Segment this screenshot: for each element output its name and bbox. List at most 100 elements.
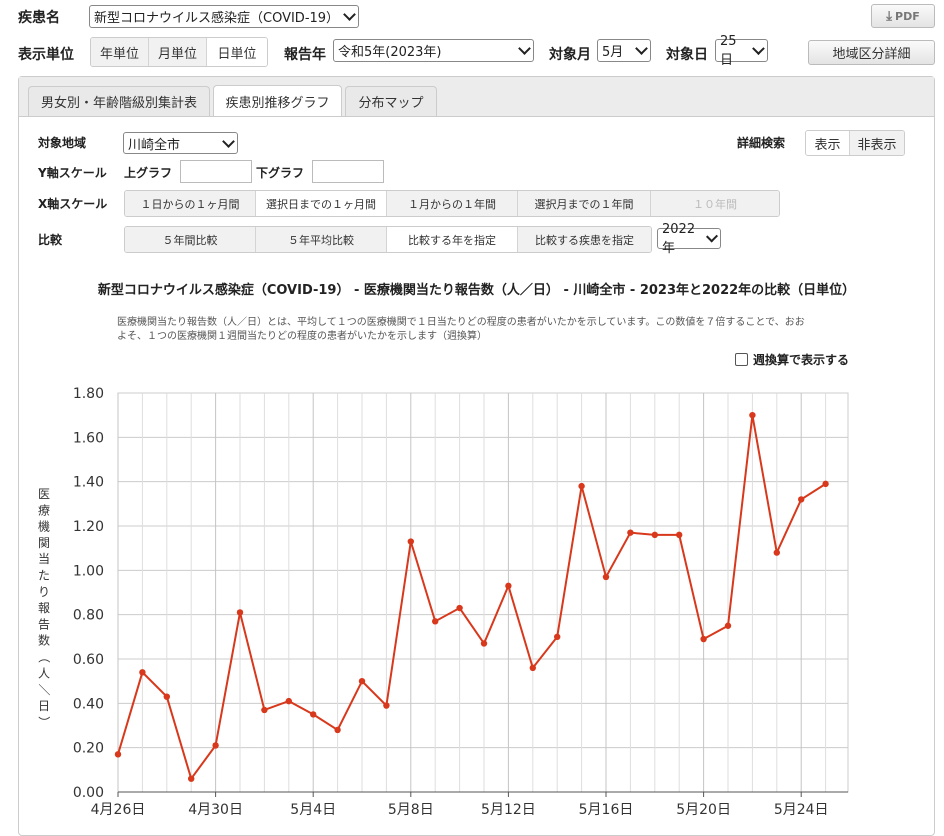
y-tick-label: 0.40 (73, 696, 104, 712)
pdf-label: PDF (895, 9, 920, 23)
year-select[interactable]: 令和5年(2023年) (333, 39, 534, 62)
data-point (383, 702, 390, 709)
data-point (578, 482, 585, 490)
data-point (798, 496, 805, 503)
month-label: 対象月 (549, 47, 591, 63)
weekly-checkbox[interactable]: 週換算で表示する (735, 351, 849, 368)
year-select-value: 令和5年(2023年) (338, 45, 442, 60)
data-point (407, 538, 414, 545)
y-tick-label: 0.80 (73, 608, 104, 624)
year-label: 報告年 (284, 47, 326, 63)
data-point (773, 549, 780, 556)
tab-gender-age-table[interactable]: 男女別・年齢階級別集計表 (28, 86, 210, 116)
y-axis-label-char: 医 (38, 487, 50, 501)
compare-5-years[interactable]: ５年間比較 (125, 227, 256, 252)
xscale-year-to-selected[interactable]: 選択月までの１年間 (518, 191, 651, 216)
y-axis-label-char: 機 (38, 519, 50, 534)
y-axis-label-char: 報 (38, 601, 50, 615)
chart-note-line-2: よそ、１つの医療機関１週間当たりどの程度の患者がいたかを示します（週換算） (117, 331, 487, 342)
unit-day-button[interactable]: 日単位 (207, 38, 267, 66)
compare-year-select[interactable]: 2022年 (657, 222, 721, 256)
y-tick-label: 0.00 (73, 785, 104, 801)
chevron-down-icon (705, 230, 719, 243)
data-point (822, 480, 829, 488)
tab-disease-trend-graph[interactable]: 疾患別推移グラフ (213, 85, 342, 116)
x-tick-label: 5月4日 (290, 802, 336, 818)
chevron-down-icon (222, 134, 235, 148)
data-point (261, 706, 268, 714)
y-axis-label-char: ／ (37, 684, 51, 696)
x-tick-label: 5月20日 (676, 802, 731, 818)
pdf-button[interactable]: ⤓ PDF (871, 4, 935, 28)
data-point (529, 664, 536, 672)
day-select[interactable]: 25日 (715, 34, 768, 68)
xscale-label: X軸スケール (38, 197, 108, 211)
month-select[interactable]: 5月 (597, 39, 651, 62)
upper-graph-input[interactable] (180, 160, 252, 183)
xscale-month-from-1st[interactable]: １日からの１ヶ月間 (125, 191, 256, 216)
chart-title: 新型コロナウイルス感染症（COVID-19） - 医療機関当たり報告数（人／日）… (97, 283, 856, 298)
region-detail-button[interactable]: 地域区分詳細 (808, 40, 935, 65)
compare-specify-disease[interactable]: 比較する疾患を指定 (518, 227, 651, 252)
chevron-down-icon (752, 42, 765, 55)
chevron-down-icon (518, 42, 531, 55)
lower-graph-input[interactable] (312, 160, 384, 183)
data-point (627, 529, 634, 536)
tab-distribution-map[interactable]: 分布マップ (345, 86, 437, 116)
data-point (602, 573, 610, 581)
weekly-checkbox-label: 週換算で表示する (753, 353, 850, 367)
detail-hide-button[interactable]: 非表示 (850, 131, 904, 155)
xscale-year-from-jan[interactable]: １月からの１年間 (387, 191, 518, 216)
disease-label: 疾患名 (18, 10, 60, 26)
chevron-down-icon (343, 8, 356, 21)
unit-year-button[interactable]: 年単位 (91, 38, 149, 66)
day-select-value: 25日 (720, 33, 737, 68)
y-axis-label-char: 人 (38, 666, 50, 680)
data-point (236, 609, 244, 616)
compare-specify-year[interactable]: 比較する年を指定 (387, 227, 518, 252)
plot-area (117, 392, 849, 793)
upper-graph-label: 上グラフ (124, 166, 173, 180)
data-point (554, 633, 561, 641)
y-tick-label: 0.20 (73, 741, 104, 757)
y-axis-label-char: 数 (38, 633, 50, 648)
y-tick-label: 1.40 (73, 475, 104, 491)
unit-label: 表示単位 (18, 47, 74, 63)
data-point (432, 618, 439, 625)
data-point (724, 622, 732, 629)
y-axis-label-char: 療 (38, 503, 50, 517)
x-tick-label: 4月26日 (91, 802, 146, 818)
x-tick-label: 5月12日 (481, 802, 536, 818)
detail-show-button[interactable]: 表示 (806, 131, 850, 155)
compare-toggle: ５年間比較 ５年平均比較 比較する年を指定 比較する疾患を指定 (124, 226, 652, 253)
data-point (358, 677, 366, 685)
unit-month-button[interactable]: 月単位 (149, 38, 207, 66)
y-axis-label-char: り (38, 585, 50, 599)
area-select[interactable]: 川崎全市 (123, 132, 238, 154)
day-label: 対象日 (666, 47, 708, 63)
chevron-down-icon (635, 42, 648, 55)
compare-5-year-average[interactable]: ５年平均比較 (256, 227, 387, 252)
data-point (676, 531, 683, 539)
compare-year-value: 2022年 (662, 221, 696, 256)
data-point (651, 531, 658, 539)
month-select-value: 5月 (602, 45, 624, 60)
yscale-label: Y軸スケール (38, 166, 107, 180)
download-icon: ⤓ (886, 8, 893, 24)
y-tick-label: 1.60 (73, 430, 104, 446)
xscale-ten-years[interactable]: １０年間 (651, 191, 779, 216)
trend-chart: 0.00 0.20 0.40 0.60 0.80 1.00 1.20 1.40 1.60 1.80… (37, 386, 849, 818)
y-axis-label-char: 告 (38, 617, 50, 631)
data-point (114, 751, 122, 758)
x-tick-label: 5月16日 (579, 802, 634, 818)
x-tick-label: 5月8日 (388, 802, 434, 818)
y-tick-label: 1.20 (73, 519, 104, 535)
data-point (139, 669, 146, 676)
xscale-month-to-selected[interactable]: 選択日までの１ヶ月間 (256, 191, 387, 216)
y-axis-label-char: た (38, 569, 50, 583)
data-point (480, 640, 488, 647)
detail-search-toggle: 表示 非表示 (805, 130, 905, 156)
data-point (700, 635, 707, 643)
area-label: 対象地域 (38, 136, 87, 150)
disease-select[interactable]: 新型コロナウイルス感染症（COVID-19） (89, 5, 359, 28)
